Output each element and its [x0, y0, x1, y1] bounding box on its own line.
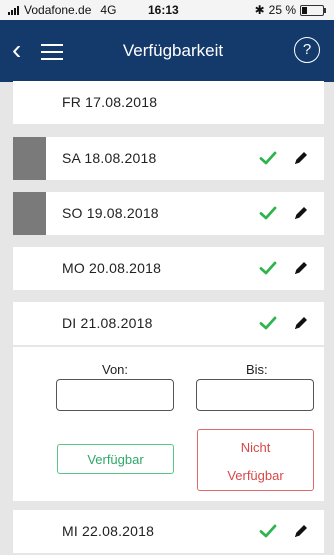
- available-button[interactable]: Verfügbar: [57, 444, 174, 474]
- day-row[interactable]: SA 18.08.2018: [13, 137, 324, 180]
- from-time-input[interactable]: [56, 379, 174, 411]
- confirm-check-icon[interactable]: [259, 522, 277, 540]
- day-date-label: MO 20.08.2018: [62, 260, 162, 276]
- day-row[interactable]: MI 22.08.2018: [13, 510, 324, 553]
- day-date-label: FR 17.08.2018: [62, 94, 158, 110]
- not-available-button[interactable]: Nicht Verfügbar: [197, 429, 314, 491]
- confirm-check-icon[interactable]: [259, 204, 277, 222]
- signal-icon: [8, 5, 19, 15]
- status-right: ✱ 25 %: [254, 3, 326, 17]
- edit-pencil-icon[interactable]: [291, 148, 311, 168]
- edit-pencil-icon[interactable]: [291, 203, 311, 223]
- to-time-input[interactable]: [196, 379, 314, 411]
- day-date-label: SA 18.08.2018: [62, 150, 157, 166]
- day-status-marker: [13, 137, 46, 180]
- from-label: Von:: [102, 362, 129, 377]
- network-type: 4G: [100, 3, 117, 17]
- confirm-check-icon[interactable]: [259, 314, 277, 332]
- day-row[interactable]: DI 21.08.2018: [13, 302, 324, 345]
- page-title: Verfügbarkeit: [122, 41, 224, 60]
- confirm-check-icon[interactable]: [259, 259, 277, 277]
- not-available-label-line2: Verfügbar: [227, 468, 284, 483]
- edit-pencil-icon[interactable]: [291, 521, 311, 541]
- edit-pencil-icon[interactable]: [291, 258, 311, 278]
- battery-fill: [302, 6, 307, 14]
- day-date-label: MI 22.08.2018: [62, 523, 155, 539]
- status-bar: Vodafone.de 4G 16:13 ✱ 25 %: [0, 0, 334, 20]
- confirm-check-icon[interactable]: [259, 149, 277, 167]
- help-icon[interactable]: ?: [294, 37, 320, 63]
- day-date-label: SO 19.08.2018: [62, 205, 159, 221]
- status-left: Vodafone.de 4G: [8, 3, 116, 17]
- day-row[interactable]: MO 20.08.2018: [13, 247, 324, 290]
- day-date-label: DI 21.08.2018: [62, 315, 153, 331]
- battery-percent: 25 %: [268, 3, 296, 17]
- day-row[interactable]: SO 19.08.2018: [13, 192, 324, 235]
- day-status-marker: [13, 192, 46, 235]
- carrier-name: Vodafone.de: [24, 3, 92, 17]
- to-label: Bis:: [246, 362, 268, 377]
- availability-editor: Von: Bis: Verfügbar Nicht Verfügbar: [13, 347, 324, 501]
- status-time: 16:13: [148, 3, 179, 17]
- not-available-label-line1: Nicht: [240, 440, 271, 455]
- day-row[interactable]: FR 17.08.2018: [13, 81, 324, 124]
- battery-icon: [300, 4, 326, 16]
- edit-pencil-icon[interactable]: [291, 313, 311, 333]
- bluetooth-icon: ✱: [254, 3, 265, 17]
- app-header: ‹ Verfügbarkeit ?: [0, 20, 334, 82]
